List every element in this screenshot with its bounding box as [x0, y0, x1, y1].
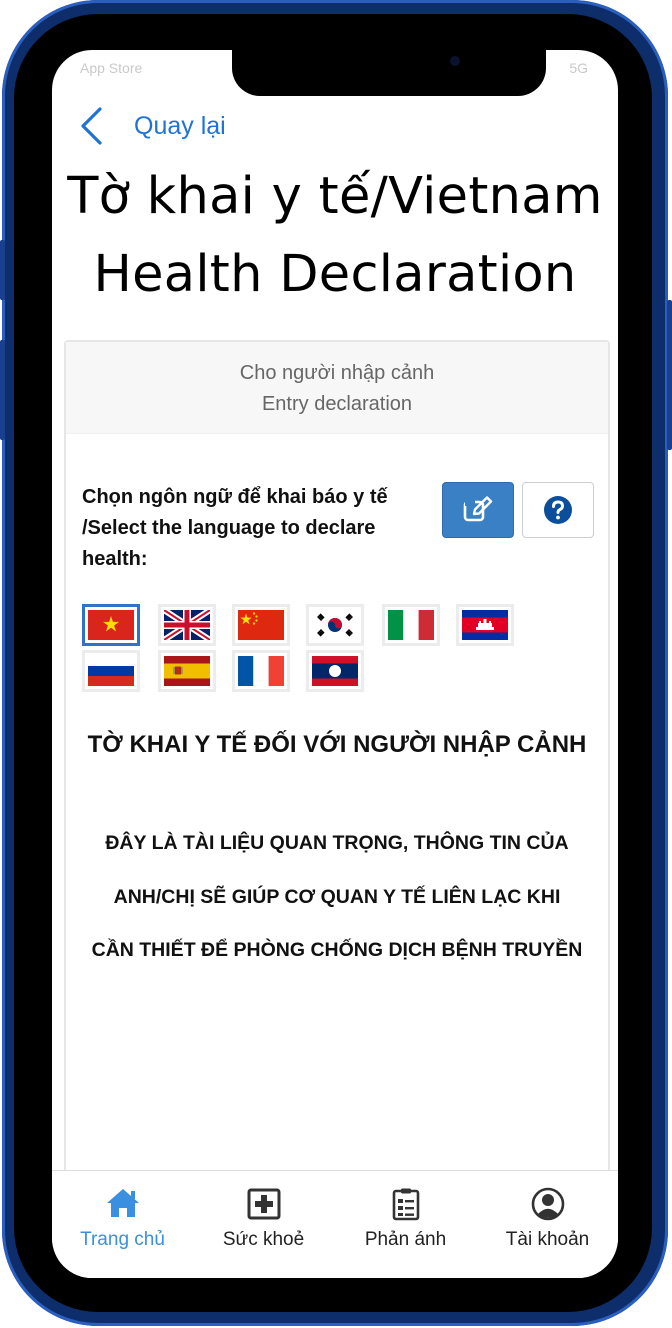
flag-cambodia[interactable] — [456, 604, 514, 646]
vietnam-flag-icon — [88, 610, 134, 640]
clipboard-icon — [392, 1188, 419, 1221]
screen: App Store 5G Quay lại Tờ khai y tế/Vietn… — [52, 50, 618, 1278]
italy-flag-icon — [388, 610, 434, 640]
page-title: Tờ khai y tế/Vietnam Health Declaration — [52, 158, 618, 314]
declaration-line: ANH/CHỊ SẼ GIÚP CƠ QUAN Y TẾ LIÊN LẠC KH… — [113, 886, 561, 908]
chevron-left-icon — [81, 107, 102, 145]
medical-cross-icon — [247, 1188, 280, 1220]
card-header-line2: Entry declaration — [261, 393, 413, 415]
status-bar-right: 5G — [569, 60, 588, 76]
page-title-line1: Tờ khai y tế/Vietnam — [67, 167, 603, 226]
south-korea-flag-icon — [312, 610, 358, 640]
card-header-line1: Cho người nhập cảnh — [239, 362, 435, 384]
side-button — [667, 300, 672, 450]
tab-account-label: Tài khoản — [505, 1229, 590, 1250]
russia-flag-icon — [88, 656, 134, 686]
declaration-title: TỜ KHAI Y TẾ ĐỐI VỚI NGƯỜI NHẬP CẢNH — [87, 731, 587, 758]
laos-flag-icon — [312, 656, 358, 686]
declaration-card: Cho người nhập cảnh Entry declaration Ch… — [64, 340, 610, 1204]
home-icon — [106, 1189, 139, 1217]
question-circle-icon — [544, 496, 572, 524]
language-prompt: Chọn ngôn ngữ để khai báo y tế /Select t… — [82, 486, 388, 570]
edit-button[interactable] — [442, 482, 514, 538]
flag-united-kingdom[interactable] — [158, 604, 216, 646]
tab-feedback-label: Phản ánh — [364, 1229, 447, 1250]
flag-laos[interactable] — [306, 650, 364, 692]
page-title-line2: Health Declaration — [93, 245, 577, 304]
cambodia-flag-icon — [462, 610, 508, 640]
account-icon — [531, 1187, 564, 1221]
side-button — [0, 340, 5, 440]
tab-health-label: Sức khoẻ — [222, 1229, 305, 1250]
flag-south-korea[interactable] — [306, 604, 364, 646]
flag-spain[interactable] — [158, 650, 216, 692]
side-button — [0, 240, 5, 300]
uk-flag-icon — [164, 610, 210, 640]
tab-home[interactable]: Trang chủ — [52, 1171, 193, 1278]
status-bar-left: App Store — [80, 60, 143, 76]
help-button[interactable] — [522, 482, 594, 538]
tab-account[interactable]: Tài khoản — [477, 1171, 618, 1278]
back-button[interactable]: Quay lại — [78, 104, 226, 148]
china-flag-icon — [238, 610, 284, 640]
back-label: Quay lại — [134, 111, 226, 140]
card-header: Cho người nhập cảnh Entry declaration — [66, 342, 608, 434]
flag-china[interactable] — [232, 604, 290, 646]
tab-health[interactable]: Sức khoẻ — [193, 1171, 334, 1278]
declaration-line: ĐÂY LÀ TÀI LIỆU QUAN TRỌNG, THÔNG TIN CỦ… — [105, 832, 569, 854]
tab-home-label: Trang chủ — [80, 1229, 165, 1250]
edit-icon — [463, 496, 493, 522]
flag-vietnam[interactable] — [82, 604, 140, 646]
camera — [450, 56, 460, 66]
tab-feedback[interactable]: Phản ánh — [335, 1171, 476, 1278]
spain-flag-icon — [164, 656, 210, 686]
flag-france[interactable] — [232, 650, 290, 692]
bottom-tab-bar: Trang chủ Sức khoẻ Phản ánh Tài khoản — [52, 1170, 618, 1278]
flag-italy[interactable] — [382, 604, 440, 646]
flag-russia[interactable] — [82, 650, 140, 692]
declaration-line: CẦN THIẾT ĐỂ PHÒNG CHỐNG DỊCH BỆNH TRUYỀ… — [91, 939, 583, 961]
notch — [232, 50, 546, 96]
france-flag-icon — [238, 656, 284, 686]
